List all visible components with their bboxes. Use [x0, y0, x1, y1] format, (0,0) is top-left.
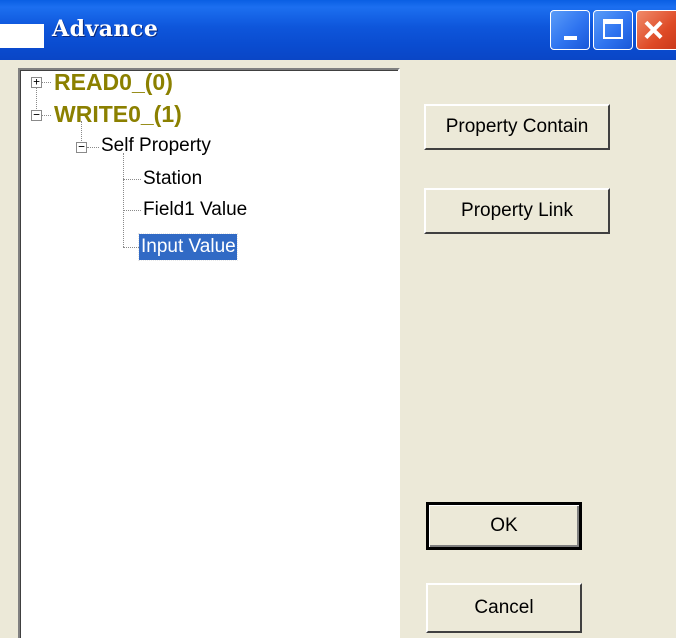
collapse-icon[interactable]: −: [76, 141, 87, 153]
tree-node-field1-value[interactable]: Field1 Value: [143, 199, 247, 221]
maximize-icon: [603, 19, 623, 39]
tree-node-read0[interactable]: READ0_(0): [54, 70, 173, 94]
cancel-button[interactable]: Cancel: [426, 583, 582, 633]
collapse-icon[interactable]: −: [31, 109, 42, 121]
ok-button[interactable]: OK: [426, 502, 582, 550]
tree-view[interactable]: + READ0_(0) − WRITE0_(1) − Self Property…: [18, 68, 400, 638]
minimize-button[interactable]: [550, 10, 590, 50]
property-link-button[interactable]: Property Link: [424, 188, 610, 234]
tree-connector-self-property: [87, 147, 99, 148]
window-title: Advance: [52, 16, 159, 42]
tree-node-write0[interactable]: WRITE0_(1): [54, 102, 182, 126]
minimize-icon: [564, 36, 577, 40]
tree-connector-field1: [123, 210, 141, 211]
property-contain-button[interactable]: Property Contain: [424, 104, 610, 150]
tree-connector-read0: [41, 82, 51, 83]
tree-node-self-property[interactable]: Self Property: [101, 135, 211, 157]
tree-connector-self-property-child: [123, 153, 124, 247]
app-icon: [0, 24, 44, 48]
close-button[interactable]: ×: [636, 10, 676, 50]
tree-view-inner: + READ0_(0) − WRITE0_(1) − Self Property…: [20, 70, 398, 638]
tree-node-input-value[interactable]: Input Value: [138, 233, 238, 261]
title-bar[interactable]: Advance ×: [0, 0, 676, 60]
close-icon: ×: [643, 9, 665, 50]
tree-connector-write0: [41, 115, 51, 116]
tree-connector-station: [123, 179, 141, 180]
maximize-button[interactable]: [593, 10, 633, 50]
tree-node-station[interactable]: Station: [143, 168, 202, 190]
expand-icon[interactable]: +: [31, 76, 42, 88]
